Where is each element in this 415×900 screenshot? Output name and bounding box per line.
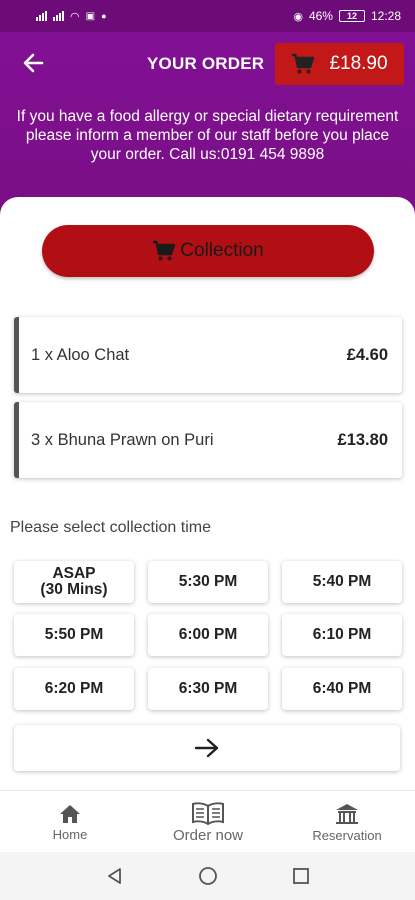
cart-icon [292,53,315,74]
time-slot-asap[interactable]: ASAP (30 Mins) [14,561,134,603]
collection-label: Collection [180,240,264,261]
cart-total-button[interactable]: £18.90 [275,43,404,85]
wifi-icon: ◠ [70,10,80,23]
order-item-price: £4.60 [346,345,388,364]
eye-icon: ◉ [293,10,303,23]
order-item-name: 1 x Aloo Chat [31,345,130,364]
page-title: YOUR ORDER [147,54,265,73]
collection-time-prompt: Please select collection time [10,519,211,536]
home-icon [60,804,80,823]
arrow-left-icon [23,53,44,73]
cart-icon [153,240,176,261]
time-slot[interactable]: 6:30 PM [148,668,268,710]
next-button[interactable] [14,725,400,771]
notification-icon: ▣ [85,10,96,22]
time-slot[interactable]: 5:40 PM [282,561,402,603]
time-slot[interactable]: 5:30 PM [148,561,268,603]
order-item-price: £13.80 [337,430,388,449]
signal-icon [36,11,47,21]
battery-percent: 46% [308,9,333,23]
book-icon [192,801,224,825]
time-slot[interactable]: 6:00 PM [148,614,268,656]
allergy-notice: If you have a food allergy or special di… [16,108,399,163]
time-slot[interactable]: 6:20 PM [14,668,134,710]
nav-home[interactable]: Home [40,791,100,853]
dot-icon: ● [101,11,107,21]
nav-home-label: Home [52,826,88,842]
back-button[interactable] [22,52,44,74]
building-icon [336,803,358,824]
order-header: YOUR ORDER £18.90 If you have a food all… [0,32,415,200]
nav-reservation[interactable]: Reservation [302,791,392,853]
battery-level: 12 [346,11,357,21]
collection-button[interactable]: Collection [42,225,374,277]
order-item[interactable]: 3 x Bhuna Prawn on Puri £13.80 [14,402,402,478]
status-left-icons: ◠ ▣ ● [36,10,107,23]
recents-square-icon[interactable] [291,866,311,886]
order-panel: Collection 1 x Aloo Chat £4.60 3 x Bhuna… [0,197,415,790]
nav-reservation-label: Reservation [312,827,382,843]
time-slot[interactable]: 6:40 PM [282,668,402,710]
order-item[interactable]: 1 x Aloo Chat £4.60 [14,317,402,393]
nav-order-now[interactable]: Order now [160,791,256,853]
nav-order-now-label: Order now [172,826,244,844]
system-nav-bar [0,852,415,900]
home-circle-icon[interactable] [197,865,219,887]
back-triangle-icon[interactable] [105,866,125,886]
order-item-name: 3 x Bhuna Prawn on Puri [31,430,214,449]
arrow-right-icon [194,738,219,758]
clock: 12:28 [370,9,401,23]
signal-icon-2 [53,11,64,21]
battery-icon: 12 [338,10,365,22]
cart-total: £18.90 [329,53,388,74]
time-slot[interactable]: 5:50 PM [14,614,134,656]
status-right: ◉ 46% 12 12:28 [293,9,401,23]
status-bar: ◠ ▣ ● ◉ 46% 12 12:28 [0,0,415,32]
time-slot[interactable]: 6:10 PM [282,614,402,656]
bottom-nav: Home Order now Reservation [0,790,415,852]
